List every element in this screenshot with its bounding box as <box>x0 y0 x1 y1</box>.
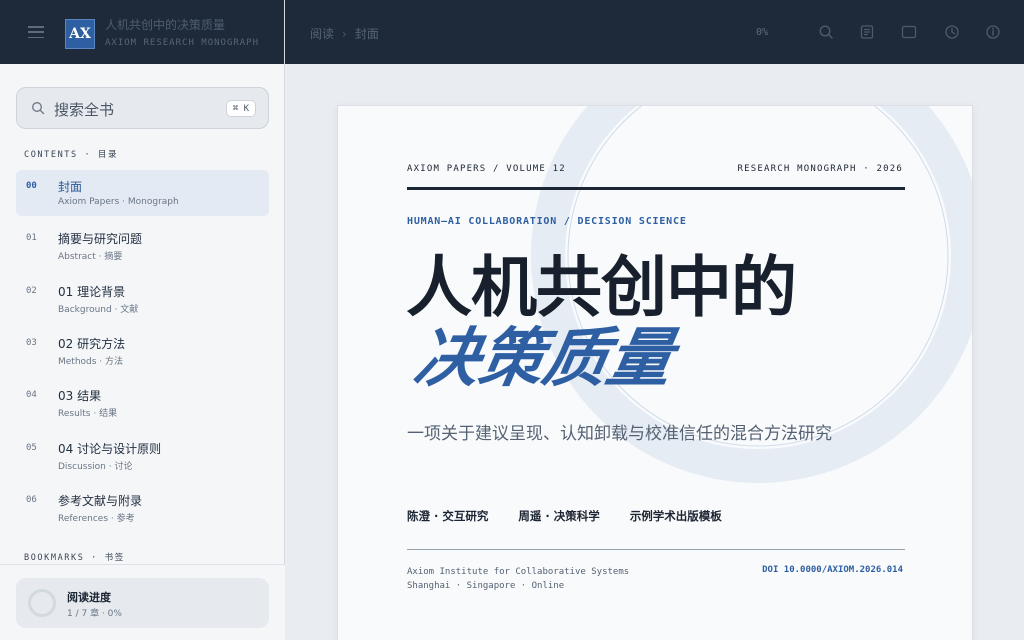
toc-item-number: 00 <box>26 181 37 191</box>
institution-name: Axiom Institute for Collaborative System… <box>407 567 630 577</box>
toc-item-number: 06 <box>26 495 37 505</box>
author-item: 示例学术出版模板 <box>629 509 722 523</box>
page-title-line2: 决策质量 <box>409 321 679 396</box>
toc-item-title: 04 讨论与设计原则 <box>58 442 162 456</box>
toc-item-number: 04 <box>26 390 37 400</box>
toc-item-discussion[interactable]: 05 04 讨论与设计原则 Discussion · 讨论 <box>16 432 269 478</box>
header-rule <box>407 187 905 190</box>
search-input[interactable]: 搜索全书 ⌘ K <box>16 87 269 129</box>
toc-item-cover[interactable]: 00 封面 Axiom Papers · Monograph <box>16 170 269 216</box>
toc-item-number: 02 <box>26 286 37 296</box>
search-shortcut-badge: ⌘ K <box>225 100 256 117</box>
toc-item-number: 01 <box>26 233 37 243</box>
page-field: HUMAN–AI COLLABORATION / DECISION SCIENC… <box>407 216 687 227</box>
sidebar-header: AX 人机共创中的决策质量 AXIOM RESEARCH MONOGRAPH <box>0 0 284 64</box>
toc-item-title: 03 结果 <box>58 389 102 403</box>
toc-item-title: 摘要与研究问题 <box>58 232 143 246</box>
page-subtitle: 一项关于建议呈现、认知卸载与校准信任的混合方法研究 <box>407 424 832 444</box>
page-title-line1: 人机共创中的 <box>406 248 797 326</box>
brand-subtitle: AXIOM RESEARCH MONOGRAPH <box>105 38 260 48</box>
contents-label: CONTENTS · 目录 <box>24 150 119 160</box>
toc-item-methods[interactable]: 03 02 研究方法 Methods · 方法 <box>16 327 269 373</box>
search-icon[interactable] <box>818 24 834 40</box>
reading-progress-card: 阅读进度 1 / 7 章 · 0% <box>16 578 269 628</box>
toc-item-subtitle: Axiom Papers · Monograph <box>58 197 179 207</box>
toc-item-number: 05 <box>26 443 37 453</box>
toc-item-subtitle: References · 参考 <box>58 514 135 524</box>
layout-icon[interactable] <box>901 24 917 40</box>
cover-page: AXIOM PAPERS / VOLUME 12 RESEARCH MONOGR… <box>337 105 973 640</box>
toc-item-number: 03 <box>26 338 37 348</box>
footer-rule <box>407 549 905 550</box>
toc-item-subtitle: Background · 文献 <box>58 305 139 315</box>
toc-item-subtitle: Results · 结果 <box>58 409 118 419</box>
institution-block: Axiom Institute for Collaborative System… <box>407 565 629 593</box>
toc-item-subtitle: Abstract · 摘要 <box>58 252 123 262</box>
bookmarks-label: BOOKMARKS · 书签 <box>24 553 125 563</box>
contents-icon[interactable] <box>859 24 875 40</box>
toc-item-title: 02 研究方法 <box>58 337 126 351</box>
institution-locations: Shanghai · Singapore · Online <box>407 581 565 591</box>
breadcrumb: 阅读 › 封面 <box>310 25 379 42</box>
sidebar-footer: 阅读进度 1 / 7 章 · 0% <box>0 564 285 640</box>
page-series: AXIOM PAPERS / VOLUME 12 <box>407 164 566 174</box>
toc-item-abstract[interactable]: 01 摘要与研究问题 Abstract · 摘要 <box>16 222 269 268</box>
author-list: 陈澄 · 交互研究 周遥 · 决策科学 示例学术出版模板 <box>407 508 748 524</box>
menu-icon[interactable] <box>28 26 44 38</box>
author-item: 周遥 · 决策科学 <box>518 509 600 523</box>
search-icon <box>32 102 45 115</box>
breadcrumb-separator: › <box>342 27 347 41</box>
search-placeholder: 搜索全书 <box>54 101 115 119</box>
breadcrumb-root[interactable]: 阅读 <box>310 27 334 41</box>
doi-link[interactable]: DOI 10.0000/AXIOM.2026.014 <box>762 565 903 575</box>
clock-icon[interactable] <box>944 24 960 40</box>
toc-item-title: 01 理论背景 <box>58 285 126 299</box>
brand-title: 人机共创中的决策质量 <box>105 18 226 32</box>
toc-item-subtitle: Methods · 方法 <box>58 357 124 367</box>
reading-progress-detail: 1 / 7 章 · 0% <box>67 609 122 619</box>
toc-item-background[interactable]: 02 01 理论背景 Background · 文献 <box>16 275 269 321</box>
page-type-year: RESEARCH MONOGRAPH · 2026 <box>737 164 903 174</box>
toc-item-title: 参考文献与附录 <box>58 494 143 508</box>
reading-progress-title: 阅读进度 <box>67 591 111 604</box>
sidebar: AX 人机共创中的决策质量 AXIOM RESEARCH MONOGRAPH 搜… <box>0 0 285 640</box>
progress-percent: 0% <box>756 27 769 38</box>
toc-item-title: 封面 <box>58 180 83 194</box>
toc-item-results[interactable]: 04 03 结果 Results · 结果 <box>16 379 269 425</box>
progress-ring-icon <box>28 589 56 617</box>
info-icon[interactable] <box>985 24 1001 40</box>
brand-logo: AX <box>65 19 95 49</box>
toc-item-subtitle: Discussion · 讨论 <box>58 462 133 472</box>
breadcrumb-current: 封面 <box>354 27 379 41</box>
topbar: 阅读 › 封面 0% <box>285 0 1024 64</box>
author-item: 陈澄 · 交互研究 <box>407 509 489 523</box>
toc-item-references[interactable]: 06 参考文献与附录 References · 参考 <box>16 484 269 530</box>
